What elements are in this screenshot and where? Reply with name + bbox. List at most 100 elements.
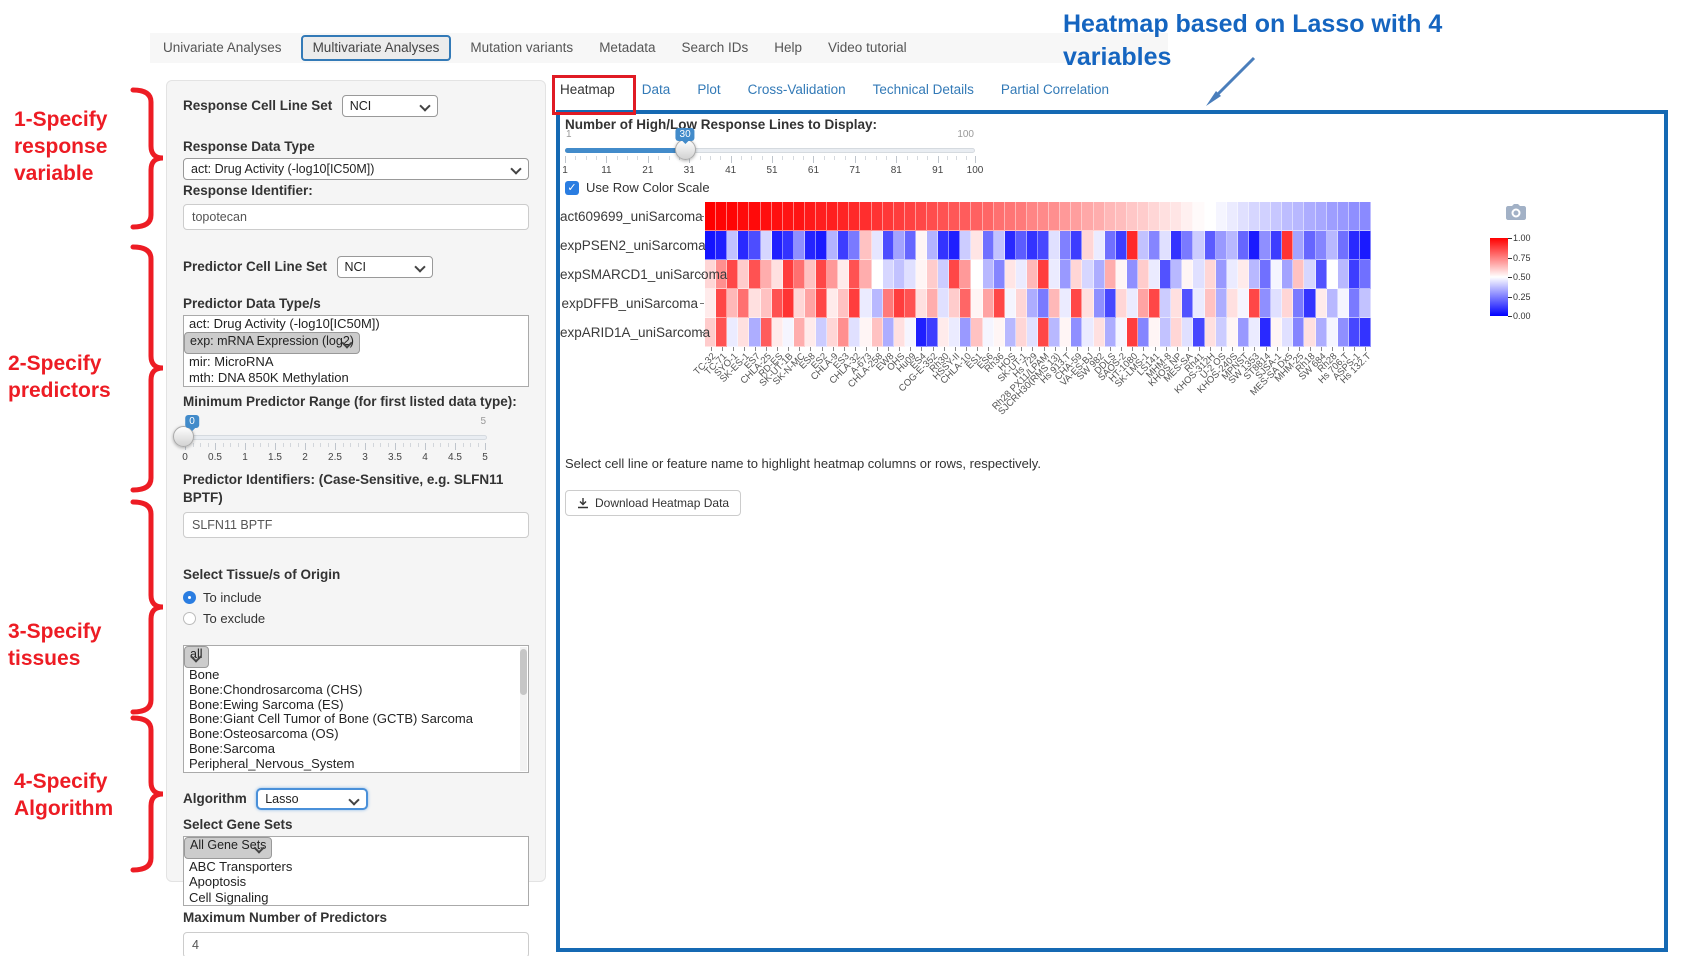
heatmap-cell xyxy=(761,318,772,347)
nav-tab-mutation-variants[interactable]: Mutation variants xyxy=(457,33,586,63)
annotation-specify-response: 1-Specify response variable xyxy=(14,106,107,187)
heatmap-row-label[interactable]: expPSEN2_uniSarcoma xyxy=(560,231,698,260)
heatmap-cell xyxy=(860,289,871,318)
response-data-type-select[interactable]: act: Drug Activity (-log10[IC50M]) xyxy=(183,158,529,180)
predictor-data-type-option[interactable]: mir: MicroRNA xyxy=(184,354,528,370)
slider-value-badge: 30 xyxy=(676,128,695,141)
s2-minor-tick xyxy=(290,443,291,447)
tissue-exclude-radio[interactable]: To exclude xyxy=(183,611,529,626)
response-identifier-input[interactable] xyxy=(183,204,529,230)
heatmap-grid[interactable] xyxy=(705,202,1371,347)
s1-minor-tick xyxy=(876,156,877,160)
tissue-listbox[interactable]: allBoneBone:Chondrosarcoma (CHS)Bone:Ewi… xyxy=(183,645,529,773)
s1-minor-tick xyxy=(917,156,918,160)
nav-tab-search-ids[interactable]: Search IDs xyxy=(668,33,761,63)
tissue-include-label: To include xyxy=(203,590,262,605)
heatmap-cell xyxy=(1060,260,1071,289)
heatmap-cell xyxy=(1160,260,1171,289)
algorithm-select[interactable]: Lasso xyxy=(256,788,368,810)
max-predictors-label: Maximum Number of Predictors xyxy=(183,909,529,927)
s1-tick-label: 11 xyxy=(601,165,611,176)
tissue-option[interactable]: Bone:Osteosarcoma (OS) xyxy=(184,727,528,742)
heatmap-cell xyxy=(1027,289,1038,318)
nav-tab-metadata[interactable]: Metadata xyxy=(586,33,668,63)
x-axis-tick xyxy=(1299,347,1300,351)
nav-tab-video-tutorial[interactable]: Video tutorial xyxy=(815,33,920,63)
heatmap-cell xyxy=(794,231,805,260)
x-axis-tick xyxy=(1332,347,1333,351)
tissue-option[interactable]: Bone xyxy=(184,668,528,683)
annotation-specify-algorithm: 4-Specify Algorithm xyxy=(14,768,113,822)
heatmap-cell xyxy=(749,318,760,347)
heatmap-row-label[interactable]: act609699_uniSarcoma xyxy=(560,202,698,231)
response-cell-line-set-select[interactable]: NCI xyxy=(342,95,438,117)
predictor-data-type-option[interactable]: mth: DNA 850K Methylation xyxy=(184,370,528,386)
heatmap-cell xyxy=(1082,231,1093,260)
tab-cross-validation[interactable]: Cross-Validation xyxy=(748,82,846,97)
download-button-label: Download Heatmap Data xyxy=(595,496,729,510)
tissue-include-radio[interactable]: To include xyxy=(183,590,529,605)
s2-tick xyxy=(305,443,306,450)
heatmap-cell xyxy=(805,231,816,260)
slider-track[interactable] xyxy=(183,435,487,440)
predictor-identifiers-input[interactable] xyxy=(183,512,529,538)
download-heatmap-data-button[interactable]: Download Heatmap Data xyxy=(565,490,741,516)
tab-plot[interactable]: Plot xyxy=(697,82,720,97)
predictor-data-types-listbox[interactable]: act: Drug Activity (-log10[IC50M])exp: m… xyxy=(183,315,529,387)
tissue-option[interactable]: all xyxy=(184,646,209,668)
tab-technical-details[interactable]: Technical Details xyxy=(873,82,974,97)
tissue-option[interactable]: Peripheral_Nervous_System xyxy=(184,757,528,772)
heatmap-cell xyxy=(816,289,827,318)
camera-icon[interactable] xyxy=(1506,204,1526,220)
nav-tab-help[interactable]: Help xyxy=(761,33,815,63)
algorithm-label: Algorithm xyxy=(183,791,247,806)
gene-set-option-option[interactable]: All Gene Sets xyxy=(184,837,272,859)
heatmap-cell xyxy=(1149,202,1160,231)
heatmap-row-label[interactable]: expARID1A_uniSarcoma xyxy=(560,318,698,347)
heatmap-cell xyxy=(983,231,994,260)
tissue-option[interactable]: Bone:Sarcoma xyxy=(184,742,528,757)
nav-tab-univariate-analyses[interactable]: Univariate Analyses xyxy=(150,33,295,63)
gene-set-option-option[interactable]: ABC Transporters xyxy=(184,859,528,875)
tab-data[interactable]: Data xyxy=(642,82,671,97)
s2-minor-tick xyxy=(380,443,381,447)
gene-set-option-option[interactable]: Cell Signaling xyxy=(184,890,528,906)
heatmap-cell xyxy=(860,202,871,231)
heatmap-cell xyxy=(1349,318,1360,347)
heatmap-cell xyxy=(938,260,949,289)
response-cell-line-set-label: Response Cell Line Set xyxy=(183,98,332,113)
heatmap-cell xyxy=(783,289,794,318)
heatmap-cell xyxy=(827,289,838,318)
gene-sets-listbox[interactable]: All Gene SetsABC TransportersApoptosisCe… xyxy=(183,836,529,907)
heatmap-cell xyxy=(916,202,927,231)
min-predictor-range-slider[interactable]: 0 5 00.511.522.533.544.55 xyxy=(183,415,487,467)
heatmap-cell xyxy=(1360,318,1371,347)
max-predictors-input[interactable] xyxy=(183,932,529,956)
heatmap-cell xyxy=(749,260,760,289)
tissue-option[interactable]: Bone:Ewing Sarcoma (ES) xyxy=(184,698,528,713)
tab-partial-correlation[interactable]: Partial Correlation xyxy=(1001,82,1109,97)
s1-tick xyxy=(938,156,939,163)
heatmap-cell xyxy=(727,202,738,231)
scrollbar[interactable] xyxy=(520,647,527,771)
tissue-option[interactable]: Bone:Chondrosarcoma (CHS) xyxy=(184,683,528,698)
heatmap-cell xyxy=(738,231,749,260)
color-scale-tick xyxy=(1508,238,1512,239)
predictor-data-type-option[interactable]: act: Drug Activity (-log10[IC50M]) xyxy=(184,316,528,332)
gene-set-option-option[interactable]: Apoptosis xyxy=(184,874,528,890)
heatmap-row-label[interactable]: expDFFB_uniSarcoma xyxy=(560,289,698,318)
heatmap-cell xyxy=(1338,260,1349,289)
row-color-scale-checkbox[interactable]: Use Row Color Scale xyxy=(565,180,710,195)
heatmap-cell xyxy=(1271,318,1282,347)
x-axis-tick xyxy=(1099,347,1100,351)
lines-slider[interactable]: 1 100 30 1112131415161718191100 xyxy=(565,128,975,184)
heatmap-cell xyxy=(1105,231,1116,260)
nav-tab-multivariate-analyses[interactable]: Multivariate Analyses xyxy=(301,35,452,61)
predictor-cell-line-set-select[interactable]: NCI xyxy=(337,256,433,278)
s2-minor-tick xyxy=(268,443,269,447)
heatmap-cell xyxy=(1005,318,1016,347)
heatmap-cell xyxy=(1205,289,1216,318)
predictor-data-type-option[interactable]: exp: mRNA Expression (log2) xyxy=(184,332,360,354)
heatmap-row-label[interactable]: expSMARCD1_uniSarcoma xyxy=(560,260,698,289)
tissue-option[interactable]: Bone:Giant Cell Tumor of Bone (GCTB) Sar… xyxy=(184,712,528,727)
